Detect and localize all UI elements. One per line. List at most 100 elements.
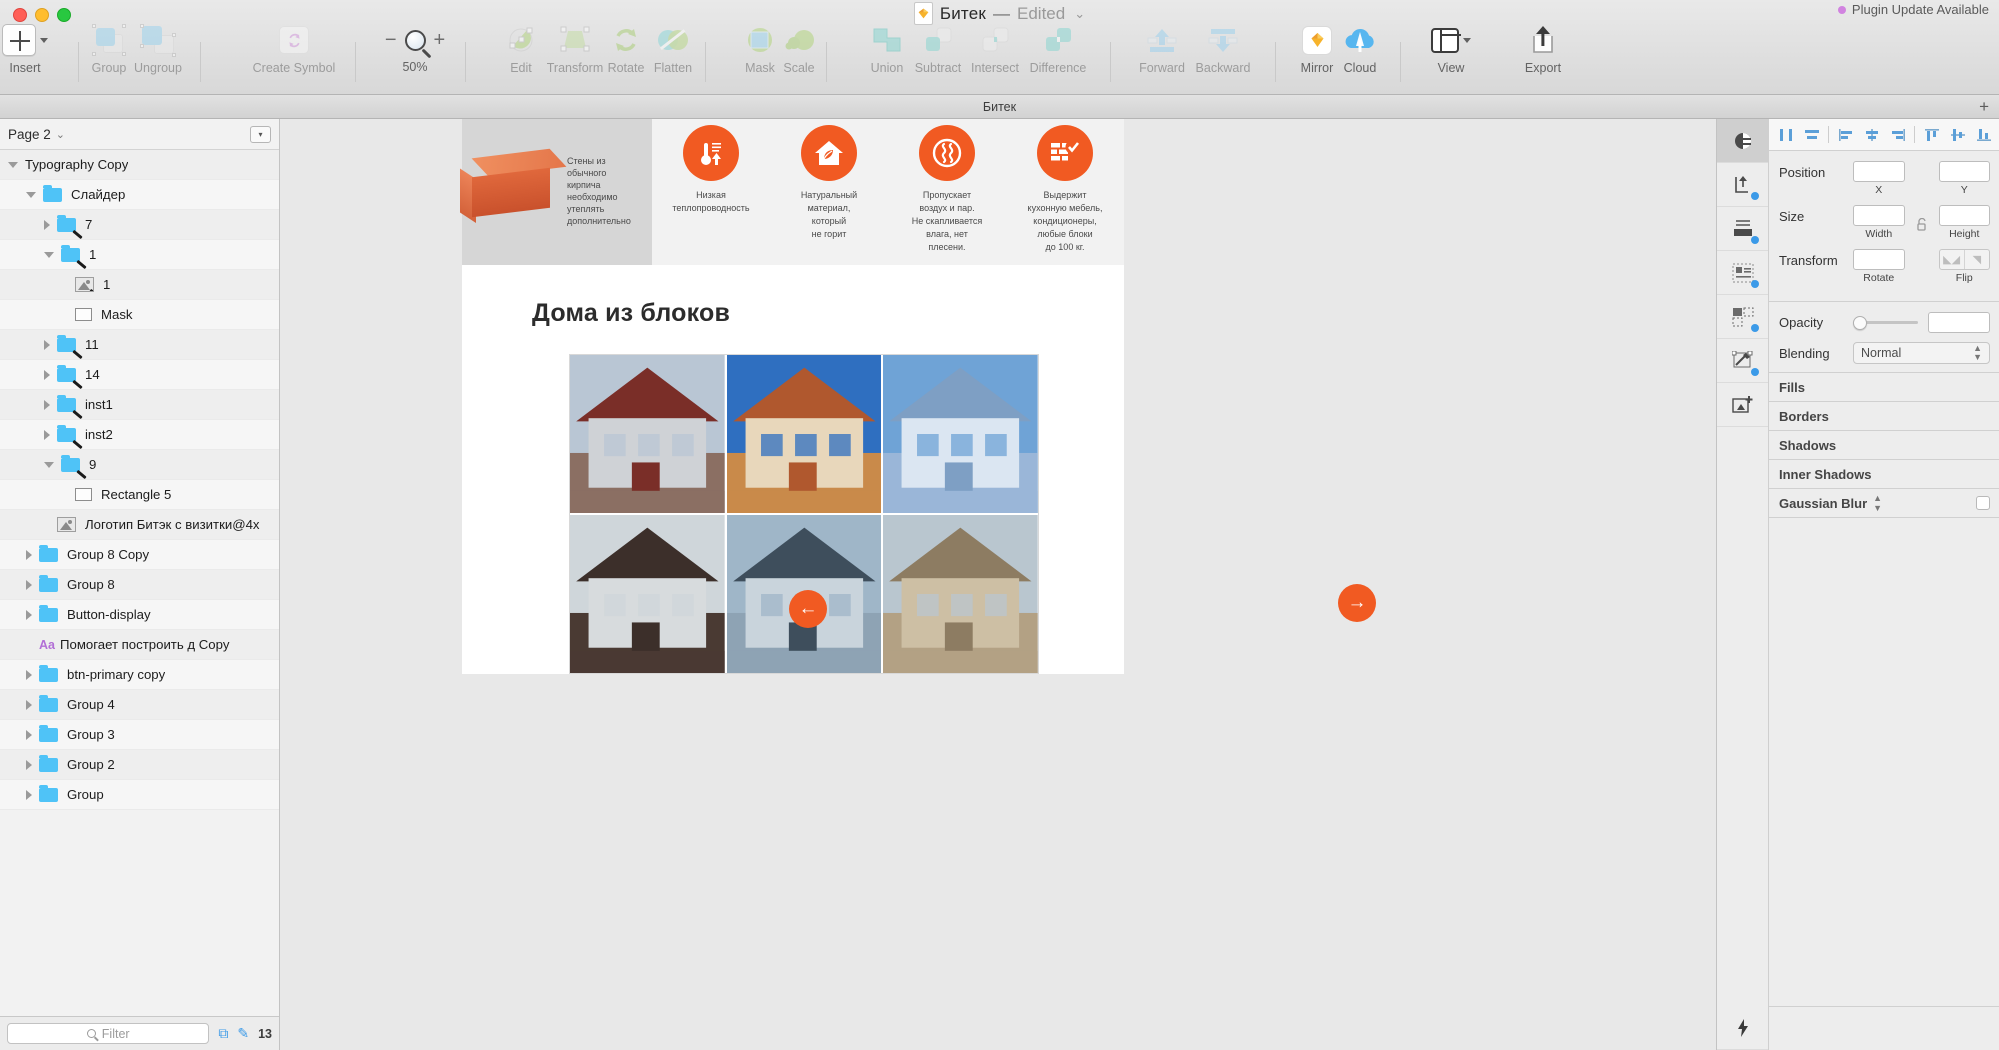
chevron-down-icon[interactable] (26, 191, 36, 198)
align-bottom-icon[interactable] (1971, 122, 1996, 148)
chevron-right-icon[interactable] (26, 699, 32, 710)
align-left-icon[interactable] (1833, 122, 1858, 148)
position-x-input[interactable] (1853, 161, 1905, 182)
rail-distribute-icon[interactable] (1717, 207, 1768, 251)
zoom-control[interactable]: − + 50% (380, 20, 450, 75)
layer-row-inst2[interactable]: inst2 (0, 420, 279, 450)
layer-list[interactable]: Typography CopyСлайдер71↳1Mask1114inst1i… (0, 150, 279, 1016)
flip-horizontal-icon[interactable]: ◣◢ (1940, 250, 1964, 269)
layer-row-group-4[interactable]: Group 4 (0, 690, 279, 720)
rail-align-icon[interactable] (1717, 163, 1768, 207)
rail-contrast-icon[interactable] (1717, 119, 1768, 163)
toolbar-create-symbol[interactable]: Create Symbol (249, 20, 339, 82)
blur-enable-checkbox[interactable] (1976, 496, 1990, 510)
layer-row-7[interactable]: 7 (0, 210, 279, 240)
toolbar-insert[interactable]: Insert (0, 20, 56, 82)
rotate-input[interactable] (1853, 249, 1905, 270)
chevron-down-icon[interactable] (8, 161, 18, 168)
toolbar-scale[interactable]: Scale (768, 20, 830, 82)
chevron-right-icon[interactable] (44, 219, 50, 230)
align-center-horizontal-icon[interactable] (1859, 122, 1884, 148)
gallery-cell-house-3[interactable] (883, 355, 1038, 513)
layer-row-логотип-битэк-с-визитки-4x[interactable]: Логотип Битэк с визитки@4x (0, 510, 279, 540)
layer-row-9[interactable]: 9 (0, 450, 279, 480)
align-right-icon[interactable] (1885, 122, 1910, 148)
toolbar-flatten[interactable]: Flatten (642, 20, 704, 82)
width-input[interactable] (1853, 205, 1905, 226)
layer-row-11[interactable]: 11 (0, 330, 279, 360)
chevron-right-icon[interactable] (44, 369, 50, 380)
chevron-right-icon[interactable] (26, 759, 32, 770)
layer-row-inst1[interactable]: inst1 (0, 390, 279, 420)
toolbar-backward[interactable]: Backward (1186, 20, 1260, 82)
align-distribute-vertical-icon[interactable] (1799, 122, 1824, 148)
toolbar-ungroup[interactable]: Ungroup (127, 20, 189, 82)
page-list-toggle-button[interactable]: ▾ (250, 125, 271, 143)
zoom-out-button[interactable]: − (385, 29, 397, 52)
rail-edit-vector-icon[interactable] (1717, 339, 1768, 383)
plugin-update-notice[interactable]: Plugin Update Available (1837, 2, 1989, 17)
layer-row-помогает-построить-д-copy[interactable]: Aa Помогает построить д Copy (0, 630, 279, 660)
layer-row-слайдер[interactable]: Слайдер (0, 180, 279, 210)
height-input[interactable] (1938, 205, 1990, 226)
toolbar-export[interactable]: Export (1512, 20, 1574, 82)
layer-row-group-2[interactable]: Group 2 (0, 750, 279, 780)
section-inner-shadows[interactable]: Inner Shadows (1769, 460, 1999, 489)
gallery-next-button[interactable]: → (1338, 584, 1376, 622)
artboard-typography-copy[interactable]: Стены из обычного кирпича необходимо уте… (460, 119, 1124, 674)
layer-row-mask[interactable]: Mask (0, 300, 279, 330)
magnifier-icon[interactable] (404, 29, 426, 51)
chevron-right-icon[interactable] (44, 429, 50, 440)
rail-bolt-icon[interactable] (1717, 1006, 1768, 1050)
align-middle-icon[interactable] (1945, 122, 1970, 148)
layer-row-group-8[interactable]: Group 8 (0, 570, 279, 600)
lock-aspect-icon[interactable] (1915, 205, 1929, 240)
section-fills[interactable]: Fills (1769, 373, 1999, 402)
layer-row-button-display[interactable]: Button-display (0, 600, 279, 630)
chevron-down-icon[interactable] (44, 461, 54, 468)
chevron-right-icon[interactable] (26, 579, 32, 590)
new-tab-button[interactable]: + (1979, 98, 1989, 115)
opacity-input[interactable] (1928, 312, 1990, 333)
flip-buttons[interactable]: ◣◢ ◥ (1938, 249, 1990, 270)
gallery-cell-house-2[interactable] (726, 355, 882, 513)
canvas-area[interactable]: Стены из обычного кирпича необходимо уте… (280, 119, 1716, 1050)
chevron-down-icon[interactable] (44, 251, 54, 258)
blending-select[interactable]: Normal ▲ ▼ (1853, 342, 1990, 364)
layer-row-1[interactable]: ↳1 (0, 270, 279, 300)
chevron-updown-icon[interactable]: ▲ ▼ (1873, 493, 1882, 513)
align-top-icon[interactable] (1919, 122, 1944, 148)
layer-row-group-3[interactable]: Group 3 (0, 720, 279, 750)
flip-vertical-icon[interactable]: ◥ (1963, 250, 1989, 269)
layer-row-group-8-copy[interactable]: Group 8 Copy (0, 540, 279, 570)
gallery-prev-button[interactable]: ← (789, 590, 827, 628)
layer-row-1[interactable]: 1 (0, 240, 279, 270)
toolbar-difference[interactable]: Difference (1020, 20, 1096, 82)
opacity-slider[interactable] (1853, 315, 1918, 330)
section-borders[interactable]: Borders (1769, 402, 1999, 431)
layer-row-btn-primary-copy[interactable]: btn-primary copy (0, 660, 279, 690)
layer-row-typography-copy[interactable]: Typography Copy (0, 150, 279, 180)
rail-selection-icon[interactable] (1717, 295, 1768, 339)
align-distribute-horizontal-icon[interactable] (1773, 122, 1798, 148)
chevron-right-icon[interactable] (26, 789, 32, 800)
gallery-cell-house-4[interactable] (570, 515, 725, 673)
tab-bitek[interactable]: Битек (983, 100, 1016, 114)
gallery-cell-house-1[interactable] (570, 355, 725, 513)
zoom-in-button[interactable]: + (434, 29, 446, 52)
duplicate-layers-icon[interactable]: ⧉ (218, 1025, 228, 1042)
chevron-right-icon[interactable] (26, 609, 32, 620)
chevron-right-icon[interactable] (44, 399, 50, 410)
layer-row-group[interactable]: Group (0, 780, 279, 810)
pencil-icon[interactable]: ✎ (237, 1025, 249, 1042)
section-gaussian-blur[interactable]: Gaussian Blur ▲ ▼ (1769, 489, 1999, 518)
rail-add-image-icon[interactable] (1717, 383, 1768, 427)
page-selector[interactable]: Page 2 ⌄ ▾ (0, 119, 279, 150)
chevron-right-icon[interactable] (26, 549, 32, 560)
gallery-cell-house-6[interactable] (883, 515, 1038, 673)
chevron-right-icon[interactable] (26, 729, 32, 740)
layer-row-14[interactable]: 14 (0, 360, 279, 390)
toolbar-cloud[interactable]: Cloud (1329, 20, 1391, 82)
position-y-input[interactable] (1938, 161, 1990, 182)
filter-input[interactable]: Filter (7, 1023, 210, 1044)
